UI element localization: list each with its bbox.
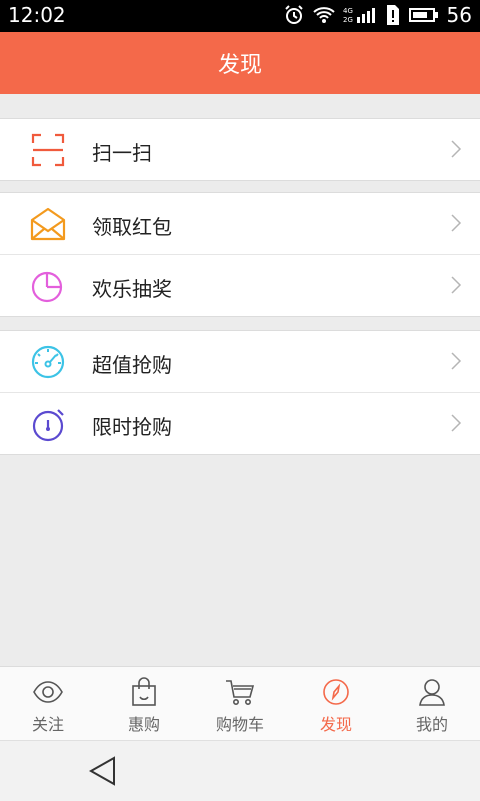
- scan-icon: [31, 133, 65, 167]
- tab-discover[interactable]: 发现: [288, 667, 384, 741]
- svg-text:2G: 2G: [343, 16, 353, 24]
- tab-label: 我的: [415, 715, 448, 734]
- tab-profile[interactable]: 我的: [384, 667, 480, 741]
- chevron-right-icon: [451, 214, 462, 232]
- chevron-right-icon: [451, 276, 462, 294]
- menu-item-label: 扫一扫: [92, 141, 152, 165]
- alarm-icon: [284, 5, 303, 24]
- tab-label: 购物车: [215, 715, 264, 734]
- status-time: 12:02: [8, 3, 66, 27]
- eye-icon: [33, 681, 63, 703]
- menu-item-label: 超值抢购: [92, 353, 172, 377]
- menu-item-flash-sale[interactable]: 限时抢购: [0, 392, 480, 454]
- battery-percent: 56: [446, 3, 472, 27]
- menu-group-scan: 扫一扫: [0, 118, 480, 181]
- tab-label: 关注: [31, 715, 64, 734]
- pie-chart-icon: [31, 271, 63, 303]
- envelope-icon: [30, 207, 66, 241]
- cart-icon: [226, 680, 255, 705]
- discover-content: 扫一扫 领取红包 欢乐抽奖 超值抢购 限时抢购: [0, 94, 480, 666]
- tab-label: 发现: [319, 715, 352, 734]
- bottom-tab-bar: 关注 惠购 购物车 发现 我的: [0, 666, 480, 741]
- menu-item-label: 限时抢购: [92, 415, 172, 439]
- menu-item-red-envelope[interactable]: 领取红包: [0, 193, 480, 254]
- status-icons: 4G 2G 56: [283, 3, 472, 27]
- back-icon[interactable]: [88, 755, 118, 787]
- menu-item-value-deals[interactable]: 超值抢购: [0, 331, 480, 392]
- user-icon: [419, 679, 445, 706]
- svg-text:4G: 4G: [343, 7, 353, 15]
- page-title: 发现: [217, 53, 262, 78]
- page-header: 发现: [0, 32, 480, 94]
- wifi-icon: [312, 7, 335, 23]
- menu-group-rewards: 领取红包 欢乐抽奖: [0, 192, 480, 317]
- menu-item-label: 欢乐抽奖: [92, 277, 172, 301]
- tab-cart[interactable]: 购物车: [192, 667, 288, 741]
- tab-label: 惠购: [127, 715, 160, 734]
- tab-follow[interactable]: 关注: [0, 667, 96, 741]
- chevron-right-icon: [451, 414, 462, 432]
- signal-icon: 4G2G: [343, 7, 375, 24]
- tab-deals[interactable]: 惠购: [96, 667, 192, 741]
- menu-item-lottery[interactable]: 欢乐抽奖: [0, 254, 480, 316]
- menu-item-label: 领取红包: [92, 215, 172, 239]
- gauge-icon: [31, 345, 65, 379]
- shopping-bag-icon: [132, 677, 156, 706]
- system-nav-bar: [0, 740, 480, 801]
- sim-alert-icon: [386, 5, 399, 25]
- chevron-right-icon: [451, 140, 462, 158]
- menu-group-deals: 超值抢购 限时抢购: [0, 330, 480, 455]
- compass-icon: [323, 679, 349, 705]
- stopwatch-icon: [32, 409, 64, 442]
- status-bar: 12:02 4G 2G 56: [0, 0, 480, 32]
- menu-item-scan[interactable]: 扫一扫: [0, 119, 480, 180]
- battery-icon: [408, 8, 438, 22]
- chevron-right-icon: [451, 352, 462, 370]
